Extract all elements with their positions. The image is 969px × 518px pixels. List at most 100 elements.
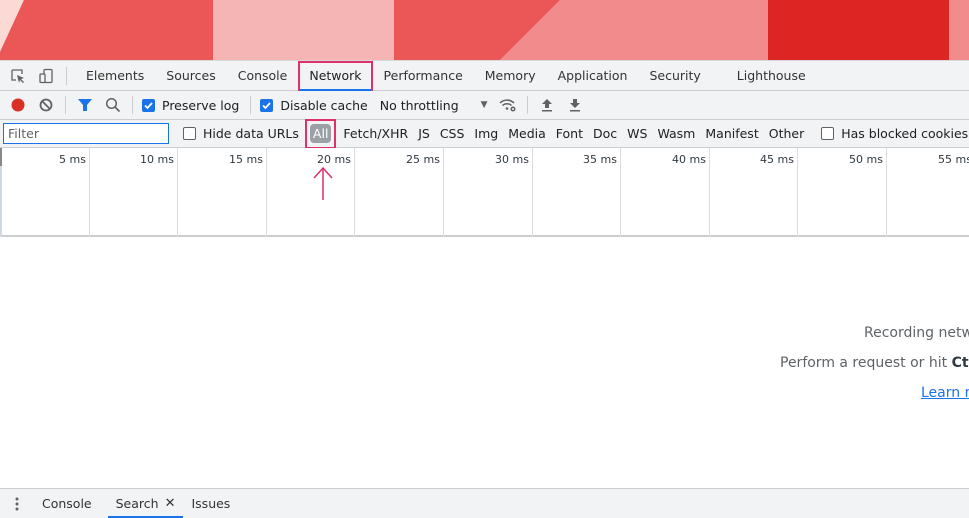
tab-label: Search	[115, 496, 159, 511]
overview-tick-label: 10 ms	[140, 153, 174, 166]
filter-type-label: All	[309, 124, 332, 143]
filter-type-font[interactable]: Font	[551, 124, 588, 144]
filter-icon	[78, 99, 92, 111]
device-toolbar-icon[interactable]	[32, 61, 60, 91]
drawer-menu-button[interactable]	[0, 497, 34, 511]
drawer-tab-console[interactable]: Console	[34, 489, 100, 518]
upload-icon	[541, 99, 552, 112]
tab-label: Elements	[86, 68, 145, 83]
tab-network[interactable]: Network	[298, 60, 373, 91]
tab-label: Sources	[166, 68, 216, 83]
tab-label: Security	[649, 68, 701, 83]
network-conditions-button[interactable]	[494, 92, 522, 118]
import-har-button[interactable]	[533, 92, 561, 118]
overview-gridline	[709, 148, 710, 237]
empty-state-title: Recording netw	[864, 325, 969, 341]
preserve-log-label: Preserve log	[162, 97, 240, 113]
hide-data-urls-label: Hide data URLs	[203, 126, 299, 141]
devtools-tab-bar: Elements Sources Console Network Perform…	[0, 60, 969, 91]
throttling-value: No throttling	[379, 97, 459, 113]
filter-type-all[interactable]: All	[304, 118, 337, 149]
dropdown-arrow-icon: ▼	[480, 100, 488, 110]
export-har-button[interactable]	[561, 92, 589, 118]
filter-bar: Hide data URLs All Fetch/XHR JS CSS Img …	[0, 118, 969, 149]
overview-gridline	[177, 148, 178, 237]
preserve-log-checkbox[interactable]: Preserve log	[142, 98, 239, 113]
page-banner	[0, 0, 969, 60]
hint-shortcut: Ctrl	[951, 355, 969, 371]
tab-label: Console	[42, 496, 92, 511]
hint-text: Perform a request or hit	[780, 355, 952, 371]
tab-lighthouse[interactable]: Lighthouse	[726, 61, 817, 91]
tab-console[interactable]: Console	[227, 61, 299, 91]
filter-type-css[interactable]: CSS	[435, 124, 470, 144]
overview-gridline	[266, 148, 267, 237]
overview-gridline	[89, 148, 90, 237]
tab-label: Lighthouse	[736, 68, 806, 83]
network-toolbar: Preserve log Disable cache No throttling…	[0, 91, 969, 120]
overview-tick-label: 40 ms	[672, 153, 706, 166]
timeline-overview[interactable]: 5 ms 10 ms 15 ms 20 ms 25 ms 30 ms 35 ms 40 ms 4…	[0, 148, 969, 237]
filter-type-js[interactable]: JS	[413, 124, 435, 144]
overview-gridline	[797, 148, 798, 237]
overview-tick-label: 45 ms	[760, 153, 794, 166]
separator	[132, 96, 133, 114]
search-button[interactable]	[99, 92, 127, 118]
banner-shape	[949, 0, 969, 60]
more-options-icon	[15, 497, 19, 510]
clear-icon	[39, 98, 53, 112]
banner-shape	[0, 0, 213, 60]
tab-application[interactable]: Application	[547, 61, 639, 91]
filter-type-media[interactable]: Media	[503, 124, 551, 144]
banner-shape	[213, 0, 394, 60]
overview-tick-label: 35 ms	[583, 153, 617, 166]
annotation-arrow-icon	[313, 166, 333, 200]
tab-label: Network	[309, 68, 362, 83]
tab-memory[interactable]: Memory	[474, 61, 547, 91]
checkbox-unchecked-icon	[183, 127, 196, 140]
checkbox-checked-icon	[260, 98, 274, 112]
filter-type-manifest[interactable]: Manifest	[700, 124, 763, 144]
overview-tick-label: 30 ms	[495, 153, 529, 166]
filter-toggle-button[interactable]	[71, 92, 99, 118]
clear-button[interactable]	[32, 92, 60, 118]
banner-shape	[768, 0, 949, 60]
overview-gridline	[886, 148, 887, 237]
drawer-tab-search[interactable]: Search ✕	[107, 489, 184, 518]
tab-sources[interactable]: Sources	[155, 61, 226, 91]
overview-handle[interactable]	[0, 148, 2, 166]
overview-gridline	[443, 148, 444, 237]
overview-tick-label: 5 ms	[59, 153, 86, 166]
close-icon[interactable]: ✕	[165, 496, 176, 511]
filter-type-ws[interactable]: WS	[622, 124, 652, 144]
inspect-element-icon[interactable]	[4, 61, 32, 91]
filter-type-img[interactable]: Img	[469, 124, 503, 144]
record-button[interactable]	[4, 92, 32, 118]
overview-tick-label: 50 ms	[849, 153, 883, 166]
hide-data-urls-checkbox[interactable]: Hide data URLs	[183, 126, 299, 141]
wifi-settings-icon	[499, 99, 516, 112]
tab-security[interactable]: Security	[638, 61, 711, 91]
drawer-tab-issues[interactable]: Issues	[183, 489, 238, 518]
has-blocked-cookies-label: Has blocked cookies	[841, 126, 969, 141]
learn-more-link[interactable]: Learn m	[921, 385, 969, 401]
requests-panel: Recording netw Perform a request or hit …	[0, 239, 969, 488]
filter-type-other[interactable]: Other	[764, 124, 810, 144]
overview-tick-label: 55 ms	[938, 153, 969, 166]
disable-cache-checkbox[interactable]: Disable cache	[260, 97, 368, 113]
empty-state-hint: Perform a request or hit Ctrl	[780, 355, 969, 371]
overview-edge	[0, 166, 2, 237]
filter-input[interactable]	[3, 123, 169, 144]
has-blocked-cookies-checkbox[interactable]: Has blocked cookies	[821, 126, 968, 141]
filter-type-fetch-xhr[interactable]: Fetch/XHR	[338, 124, 413, 144]
disable-cache-label: Disable cache	[280, 97, 368, 113]
filter-type-wasm[interactable]: Wasm	[652, 124, 700, 144]
tab-label: Memory	[484, 68, 536, 83]
overview-tick-label: 15 ms	[229, 153, 263, 166]
throttling-select[interactable]: No throttling ▼	[380, 98, 488, 113]
tab-elements[interactable]: Elements	[75, 61, 155, 91]
filter-type-doc[interactable]: Doc	[588, 124, 622, 144]
separator	[526, 96, 528, 114]
tab-performance[interactable]: Performance	[373, 61, 474, 91]
checkbox-checked-icon	[142, 98, 155, 112]
